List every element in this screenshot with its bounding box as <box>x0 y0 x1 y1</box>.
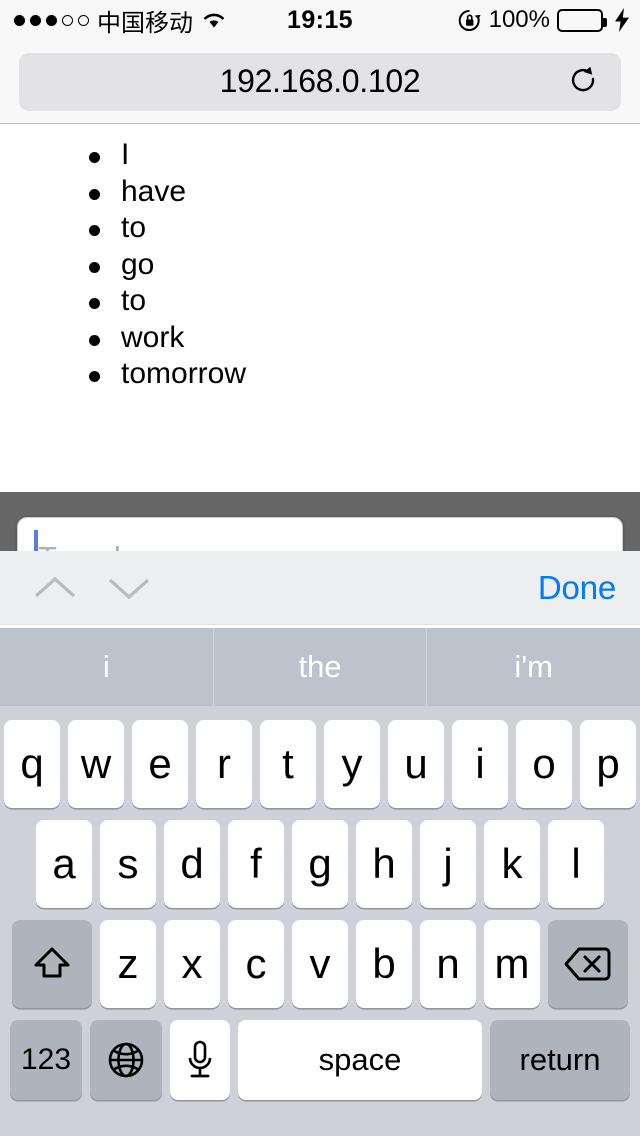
space-key[interactable]: space <box>238 1020 482 1100</box>
key-h[interactable]: h <box>356 820 412 908</box>
keyboard-row-4: 123 space return <box>0 1008 640 1100</box>
chevron-down-icon[interactable] <box>100 568 158 608</box>
key-v[interactable]: v <box>292 920 348 1008</box>
suggestion-item[interactable]: i'm <box>427 628 640 706</box>
list-item: have <box>0 174 640 211</box>
iphone-screen: 中国移动 19:15 100% 192.168.0.102 I have to … <box>0 0 640 1136</box>
return-key[interactable]: return <box>490 1020 630 1100</box>
key-y[interactable]: y <box>324 720 380 808</box>
list-item: work <box>0 320 640 357</box>
form-strip: Type here <box>0 492 640 552</box>
url-text: 192.168.0.102 <box>219 63 421 99</box>
microphone-icon <box>183 1038 217 1082</box>
key-r[interactable]: r <box>196 720 252 808</box>
key-z[interactable]: z <box>100 920 156 1008</box>
shift-icon <box>30 942 74 986</box>
charging-bolt-icon <box>614 8 630 32</box>
key-o[interactable]: o <box>516 720 572 808</box>
key-u[interactable]: u <box>388 720 444 808</box>
keyboard-row-2: a s d f g h j k l <box>0 808 640 908</box>
backspace-icon <box>563 945 613 983</box>
suggestion-item[interactable]: i <box>0 628 214 706</box>
globe-key[interactable] <box>90 1020 162 1100</box>
reload-icon[interactable] <box>569 66 599 98</box>
suggestion-item[interactable]: the <box>214 628 428 706</box>
done-button[interactable]: Done <box>538 569 616 607</box>
web-page-content: I have to go to work tomorrow <box>0 125 640 492</box>
numbers-key[interactable]: 123 <box>10 1020 82 1100</box>
key-c[interactable]: c <box>228 920 284 1008</box>
key-l[interactable]: l <box>548 820 604 908</box>
key-t[interactable]: t <box>260 720 316 808</box>
key-d[interactable]: d <box>164 820 220 908</box>
list-item: go <box>0 247 640 284</box>
predictive-text-bar: i the i'm <box>0 628 640 706</box>
key-s[interactable]: s <box>100 820 156 908</box>
key-x[interactable]: x <box>164 920 220 1008</box>
on-screen-keyboard: q w e r t y u i o p a s d f g h j k l z … <box>0 706 640 1136</box>
key-n[interactable]: n <box>420 920 476 1008</box>
key-f[interactable]: f <box>228 820 284 908</box>
battery-icon <box>557 8 607 32</box>
status-bar-right: 100% <box>457 6 630 34</box>
key-m[interactable]: m <box>484 920 540 1008</box>
key-a[interactable]: a <box>36 820 92 908</box>
key-g[interactable]: g <box>292 820 348 908</box>
key-w[interactable]: w <box>68 720 124 808</box>
shift-key[interactable] <box>12 920 92 1008</box>
list-item: tomorrow <box>0 356 640 393</box>
key-k[interactable]: k <box>484 820 540 908</box>
list-item: to <box>0 210 640 247</box>
keyboard-row-1: q w e r t y u i o p <box>0 706 640 808</box>
list-item: I <box>0 137 640 174</box>
key-q[interactable]: q <box>4 720 60 808</box>
keyboard-row-3: z x c v b n m <box>0 908 640 1008</box>
text-input[interactable]: Type here <box>17 517 623 552</box>
battery-percentage: 100% <box>488 6 550 33</box>
status-bar: 中国移动 19:15 100% <box>0 0 640 40</box>
key-j[interactable]: j <box>420 820 476 908</box>
list-item: to <box>0 283 640 320</box>
word-list: I have to go to work tomorrow <box>0 137 640 393</box>
key-e[interactable]: e <box>132 720 188 808</box>
key-i[interactable]: i <box>452 720 508 808</box>
globe-icon <box>104 1038 148 1082</box>
key-p[interactable]: p <box>580 720 636 808</box>
chevron-up-icon[interactable] <box>26 568 84 608</box>
url-bar[interactable]: 192.168.0.102 <box>19 52 621 111</box>
keyboard-accessory-bar: Done <box>0 551 640 625</box>
rotation-lock-icon <box>457 8 482 33</box>
browser-toolbar: 192.168.0.102 <box>0 40 640 124</box>
backspace-key[interactable] <box>548 920 628 1008</box>
key-b[interactable]: b <box>356 920 412 1008</box>
dictation-key[interactable] <box>170 1020 230 1100</box>
